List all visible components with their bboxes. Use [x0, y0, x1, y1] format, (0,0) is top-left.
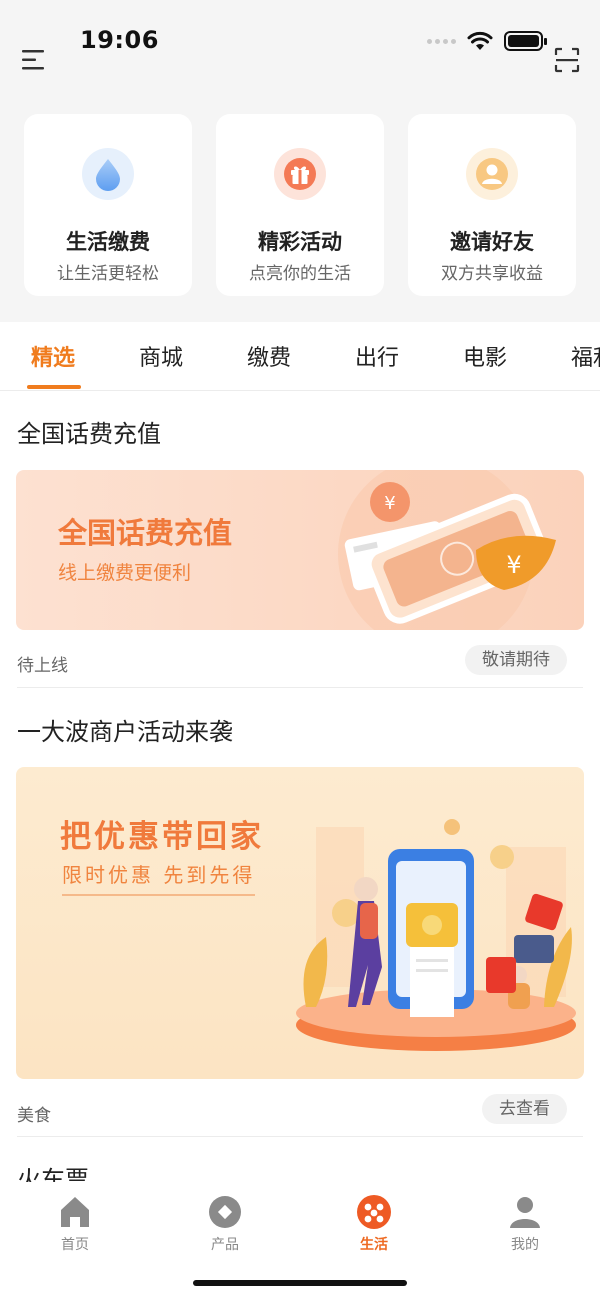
shopping-illustration — [296, 819, 576, 1051]
battery-icon — [504, 31, 547, 51]
status-tag: 待上线 — [17, 656, 68, 676]
wifi-icon — [467, 31, 493, 50]
phone-payment-illustration: ¥ ¥ — [338, 470, 556, 630]
card-subtitle: 让生活更轻松 — [57, 264, 159, 284]
tab-featured[interactable]: 精选 — [31, 340, 75, 372]
user-icon — [466, 148, 518, 200]
life-icon — [357, 1195, 391, 1229]
home-icon — [61, 1197, 89, 1227]
banner-title: 把优惠带回家 — [60, 819, 264, 855]
nav-life[interactable]: 生活 — [334, 1194, 414, 1254]
product-icon — [209, 1196, 241, 1228]
nav-label: 产品 — [211, 1237, 239, 1253]
tab-movie[interactable]: 电影 — [463, 340, 507, 372]
card-life-payment[interactable]: 生活缴费 让生活更轻松 — [24, 114, 192, 296]
nav-home[interactable]: 首页 — [35, 1194, 115, 1254]
nav-profile[interactable]: 我的 — [485, 1194, 565, 1254]
water-drop-icon — [82, 148, 134, 200]
recharge-banner[interactable]: 全国话费充值 线上缴费更便利 ¥ ¥ — [16, 470, 584, 630]
divider — [17, 687, 583, 688]
active-tab-indicator — [27, 385, 81, 389]
menu-icon[interactable] — [20, 48, 46, 72]
merchant-banner[interactable]: 把优惠带回家 限时优惠 先到先得 — [16, 767, 584, 1079]
category-tag: 美食 — [17, 1106, 51, 1126]
banner-subtitle: 限时优惠 先到先得 — [62, 859, 256, 896]
card-title: 生活缴费 — [66, 230, 150, 254]
divider — [17, 1136, 583, 1137]
status-icons — [427, 30, 548, 52]
tab-benefits[interactable]: 福利 — [571, 340, 600, 372]
card-title: 精彩活动 — [258, 230, 342, 254]
nav-product[interactable]: 产品 — [185, 1194, 265, 1254]
scan-icon[interactable] — [554, 47, 580, 73]
tab-mall[interactable]: 商城 — [139, 340, 183, 372]
section-title: 全国话费充值 — [17, 420, 161, 448]
category-tabs: 精选 商城 缴费 出行 电影 福利 — [0, 322, 600, 391]
nav-label: 生活 — [360, 1237, 388, 1253]
card-activities[interactable]: 精彩活动 点亮你的生活 — [216, 114, 384, 296]
svg-text:¥: ¥ — [384, 493, 395, 514]
status-time: 19:06 — [80, 26, 159, 54]
card-invite-friends[interactable]: 邀请好友 双方共享收益 — [408, 114, 576, 296]
banner-title: 全国话费充值 — [58, 516, 233, 550]
svg-text:¥: ¥ — [506, 551, 521, 579]
nav-label: 首页 — [61, 1237, 89, 1253]
tab-payment[interactable]: 缴费 — [247, 340, 291, 372]
nav-label: 我的 — [511, 1237, 539, 1253]
signal-icon — [427, 38, 456, 44]
profile-icon — [510, 1197, 540, 1228]
tab-travel[interactable]: 出行 — [355, 340, 399, 372]
card-title: 邀请好友 — [450, 230, 534, 254]
view-button[interactable]: 去查看 — [482, 1094, 567, 1124]
banner-subtitle: 线上缴费更便利 — [58, 562, 192, 584]
card-subtitle: 点亮你的生活 — [249, 264, 351, 284]
coming-soon-button[interactable]: 敬请期待 — [465, 645, 567, 675]
section-title: 一大波商户活动来袭 — [17, 718, 233, 746]
card-subtitle: 双方共享收益 — [441, 264, 543, 284]
home-indicator — [193, 1280, 407, 1286]
gift-icon — [274, 148, 326, 200]
quick-cards: 生活缴费 让生活更轻松 精彩活动 点亮你的生活 邀请好友 双方共享收益 — [24, 114, 576, 296]
